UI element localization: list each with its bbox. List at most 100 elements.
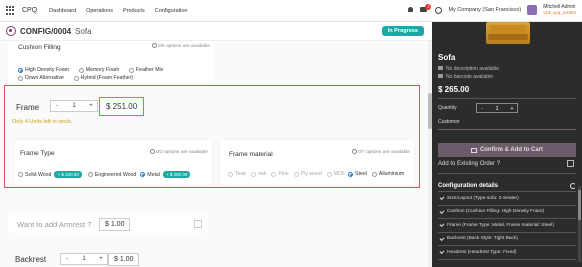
app-brand[interactable]: CPQ bbox=[22, 7, 37, 14]
existing-order-checkbox[interactable] bbox=[567, 160, 574, 167]
radio[interactable] bbox=[271, 171, 277, 177]
cushion-filling-title: Cushion Filling bbox=[18, 44, 61, 51]
config-detail-text: Backrest (Back Style: Tight Back) bbox=[447, 236, 518, 242]
config-detail-text: Headrest (Headrest Type: Fixed) bbox=[447, 249, 517, 255]
side-description: No description available bbox=[438, 66, 499, 72]
summary-sidebar: Sofa No description available No barcode… bbox=[432, 22, 582, 267]
frame-material-option-mdf[interactable]: MDF bbox=[326, 171, 345, 177]
existing-order-label: Add to Existing Order ? bbox=[438, 161, 501, 167]
config-detail-text: Cushion (Cushion Filling: High Density F… bbox=[447, 209, 545, 215]
side-description-text: No description available bbox=[446, 66, 500, 72]
option-label: Engineered Wood bbox=[94, 171, 137, 178]
sidebar-scroll-thumb[interactable] bbox=[578, 190, 581, 220]
armrest-question: Want to add Armrest ? bbox=[17, 220, 92, 229]
side-total-price: $ 265.00 bbox=[438, 85, 470, 94]
frame-material-option-oak[interactable]: oak bbox=[250, 171, 266, 177]
apps-icon[interactable] bbox=[6, 5, 16, 16]
confirm-add-to-cart-button[interactable]: Confirm & Add to Cart bbox=[438, 143, 576, 157]
frame-qty-plus-button[interactable]: + bbox=[85, 100, 97, 112]
radio[interactable] bbox=[87, 172, 93, 177]
check-icon bbox=[439, 249, 445, 255]
frame-qty-value[interactable]: 1 bbox=[63, 100, 85, 112]
side-qty-plus-button[interactable]: + bbox=[507, 104, 517, 112]
cushion-filling-card: Cushion Filling 0/5 options are availabl… bbox=[8, 41, 214, 82]
cushion-option-hybrid[interactable]: Hybrid (Foam Feather) bbox=[73, 75, 134, 81]
record-code: CONFIG/0004 bbox=[20, 26, 72, 36]
backrest-qty-minus-button[interactable]: - bbox=[61, 253, 73, 265]
side-qty-value[interactable]: 1 bbox=[487, 104, 507, 112]
bell-icon[interactable] bbox=[407, 6, 414, 14]
backrest-qty-value[interactable]: 1 bbox=[73, 253, 95, 265]
divider bbox=[438, 98, 576, 99]
reset-icon[interactable] bbox=[570, 182, 576, 189]
radio[interactable] bbox=[128, 67, 134, 73]
menu-products[interactable]: Products bbox=[123, 8, 145, 14]
cushion-option-memory-foam[interactable]: Memory Foam bbox=[78, 67, 120, 73]
quantity-label: Quantity bbox=[438, 105, 457, 111]
frame-type-card: Frame Type 0/3 options are available Sol… bbox=[14, 140, 212, 186]
customer-input[interactable] bbox=[438, 129, 576, 130]
main-menu: Dashboard Operations Products Configurat… bbox=[49, 8, 187, 14]
status-badge: In Progress bbox=[381, 26, 424, 36]
option-label: Alluminium bbox=[378, 171, 405, 177]
frame-material-option-pine[interactable]: Pine bbox=[271, 171, 289, 177]
radio-selected[interactable] bbox=[18, 67, 23, 73]
config-record-icon bbox=[6, 26, 16, 36]
divider bbox=[438, 173, 576, 174]
frame-material-option-teak[interactable]: Teak bbox=[228, 171, 246, 177]
radio[interactable] bbox=[250, 171, 256, 177]
menu-dashboard[interactable]: Dashboard bbox=[49, 8, 76, 14]
option-label: Memory Foam bbox=[85, 67, 120, 73]
clock-icon[interactable] bbox=[435, 6, 443, 14]
frame-type-option-engineered-wood[interactable]: Engineered Wood bbox=[87, 171, 137, 178]
backrest-qty-plus-button[interactable]: + bbox=[95, 253, 107, 265]
radio[interactable] bbox=[228, 171, 233, 177]
avatar[interactable] bbox=[527, 5, 538, 15]
option-label: Down Alternative bbox=[25, 75, 64, 81]
armrest-checkbox[interactable] bbox=[194, 220, 202, 228]
top-navbar: CPQ Dashboard Operations Products Config… bbox=[0, 0, 582, 22]
cushion-info: 0/5 options are available bbox=[151, 43, 210, 49]
side-qty-minus-button[interactable]: - bbox=[477, 104, 487, 112]
radio[interactable] bbox=[371, 171, 377, 177]
radio[interactable] bbox=[78, 67, 84, 73]
option-label: Solid Wood bbox=[25, 171, 52, 178]
option-label: Steel bbox=[355, 171, 367, 177]
frame-qty-minus-button[interactable]: - bbox=[51, 100, 63, 112]
cushion-option-high-density-foam[interactable]: High Density Foam bbox=[18, 67, 69, 73]
frame-material-option-alluminium[interactable]: Alluminium bbox=[371, 171, 405, 177]
config-detail-row: Frame (Frame Type: Metal, Frame material… bbox=[438, 219, 576, 233]
menu-configuration[interactable]: Configuration bbox=[155, 8, 188, 14]
cushion-option-feather-mix[interactable]: Feather Mix bbox=[128, 67, 164, 73]
frame-material-option-steel[interactable]: Steel bbox=[348, 171, 367, 177]
config-detail-row: Headrest (Headrest Type: Fixed) bbox=[438, 246, 576, 260]
menu-operations[interactable]: Operations bbox=[86, 8, 113, 14]
frame-material-info-text: 0/7 options are available bbox=[357, 150, 410, 155]
radio[interactable] bbox=[18, 172, 23, 177]
config-detail-row: Size/Layout (Type-sofa: 2-Seater) bbox=[438, 192, 576, 206]
check-icon bbox=[439, 195, 445, 201]
option-label: Feather Mix bbox=[135, 67, 164, 73]
frame-type-option-metal[interactable]: Metal + $ 250.00 bbox=[140, 171, 191, 178]
config-detail-text: Frame (Frame Type: Metal, Frame material… bbox=[447, 222, 554, 228]
radio[interactable] bbox=[326, 171, 332, 177]
user-menu[interactable]: Mitchell Admin v18_cpq_w4984 bbox=[543, 4, 576, 16]
radio[interactable] bbox=[73, 75, 79, 81]
sidebar-scrollbar[interactable] bbox=[578, 186, 581, 262]
message-icon[interactable]: 2 bbox=[420, 4, 432, 14]
side-product-name: Sofa bbox=[438, 53, 456, 62]
frame-type-title: Frame Type bbox=[20, 150, 55, 157]
radio-selected[interactable] bbox=[348, 171, 354, 177]
radio-selected[interactable] bbox=[140, 172, 146, 177]
radio[interactable] bbox=[293, 171, 299, 177]
frame-material-card: Frame material 0/7 options are available… bbox=[220, 140, 414, 186]
option-label: Teak bbox=[235, 171, 246, 177]
frame-type-option-solid-wood[interactable]: Solid Wood + $ 200.00 bbox=[18, 171, 82, 178]
frame-material-option-ply-wood[interactable]: Ply wood bbox=[293, 171, 322, 177]
cushion-option-down-alternative[interactable]: Down Alternative bbox=[18, 75, 64, 81]
option-label: Hybrid (Foam Feather) bbox=[80, 75, 134, 81]
company-switcher[interactable]: My Company (San Francisco) bbox=[448, 7, 521, 13]
radio[interactable] bbox=[18, 75, 23, 81]
check-icon bbox=[439, 222, 445, 228]
user-database: v18_cpq_w4984 bbox=[543, 10, 576, 15]
